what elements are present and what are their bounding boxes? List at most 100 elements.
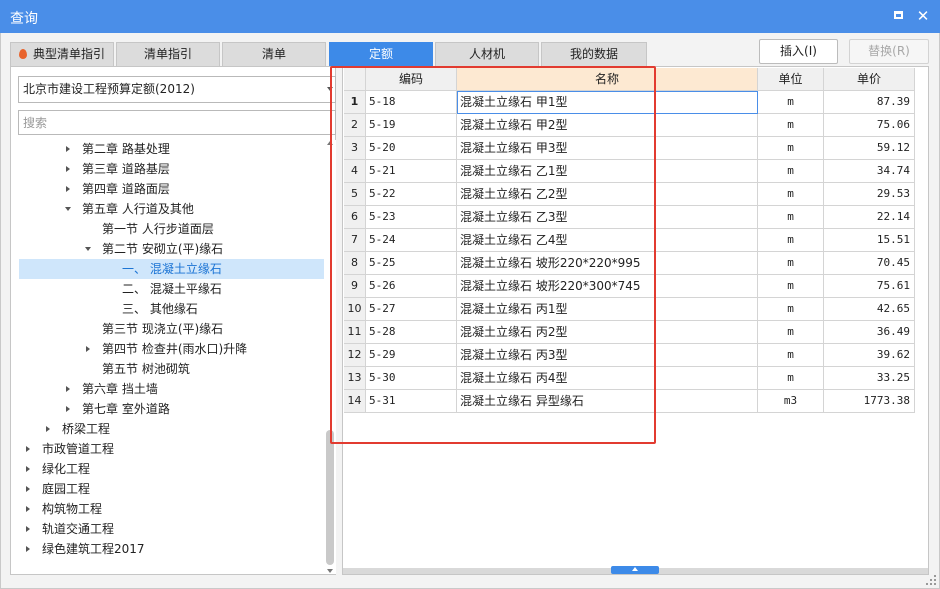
tree-node[interactable]: 第五章 人行道及其他 <box>19 199 324 219</box>
expand-arrow-icon[interactable] <box>66 186 70 192</box>
cell-name[interactable]: 混凝土立缘石 丙4型 <box>457 367 758 390</box>
cell-name[interactable]: 混凝土立缘石 甲2型 <box>457 114 758 137</box>
tab-list[interactable]: 清单 <box>222 42 326 66</box>
cell-code[interactable]: 5-30 <box>366 367 457 390</box>
tab-labor-material-machine[interactable]: 人材机 <box>435 42 539 66</box>
cell-unit[interactable]: m <box>758 344 824 367</box>
tree-scrollbar[interactable] <box>324 140 336 574</box>
cell-price[interactable]: 59.12 <box>824 137 915 160</box>
cell-price[interactable]: 42.65 <box>824 298 915 321</box>
cell-code[interactable]: 5-25 <box>366 252 457 275</box>
quota-library-select[interactable]: 北京市建设工程预算定额(2012) <box>18 76 336 103</box>
tree-node[interactable]: 轨道交通工程 <box>19 519 324 539</box>
tree-node[interactable]: 第二节 安砌立(平)缘石 <box>19 239 324 259</box>
cell-price[interactable]: 1773.38 <box>824 390 915 413</box>
expand-arrow-icon[interactable] <box>26 486 30 492</box>
cell-code[interactable]: 5-19 <box>366 114 457 137</box>
cell-code[interactable]: 5-28 <box>366 321 457 344</box>
collapse-arrow-icon[interactable] <box>85 247 91 251</box>
tree-node[interactable]: 第二章 路基处理 <box>19 139 324 159</box>
cell-unit[interactable]: m <box>758 321 824 344</box>
tree-node[interactable]: 庭园工程 <box>19 479 324 499</box>
close-icon[interactable]: ✕ <box>914 7 932 25</box>
cell-price[interactable]: 75.06 <box>824 114 915 137</box>
expand-arrow-icon[interactable] <box>66 146 70 152</box>
tree-node[interactable]: 三、 其他缘石 <box>19 299 324 319</box>
tree-node-selected[interactable]: 一、 混凝土立缘石 <box>19 259 324 279</box>
tab-typical-list-guide[interactable]: 典型清单指引 <box>10 42 114 66</box>
panel-splitter-handle[interactable] <box>611 566 659 574</box>
cell-price[interactable]: 33.25 <box>824 367 915 390</box>
cell-code[interactable]: 5-29 <box>366 344 457 367</box>
expand-arrow-icon[interactable] <box>66 386 70 392</box>
replace-button[interactable]: 替换(R) <box>849 39 929 64</box>
cell-name[interactable]: 混凝土立缘石 坡形220*300*745 <box>457 275 758 298</box>
cell-price[interactable]: 29.53 <box>824 183 915 206</box>
tree-node[interactable]: 绿化工程 <box>19 459 324 479</box>
cell-price[interactable]: 15.51 <box>824 229 915 252</box>
expand-arrow-icon[interactable] <box>26 446 30 452</box>
tree-node[interactable]: 市政管道工程 <box>19 439 324 459</box>
tree-node[interactable]: 第六章 挡土墙 <box>19 379 324 399</box>
tree-node[interactable]: 二、 混凝土平缘石 <box>19 279 324 299</box>
expand-arrow-icon[interactable] <box>26 506 30 512</box>
cell-unit[interactable]: m <box>758 229 824 252</box>
cell-price[interactable]: 36.49 <box>824 321 915 344</box>
cell-name[interactable]: 混凝土立缘石 异型缘石 <box>457 390 758 413</box>
cell-code[interactable]: 5-23 <box>366 206 457 229</box>
cell-name[interactable]: 混凝土立缘石 丙2型 <box>457 321 758 344</box>
expand-arrow-icon[interactable] <box>26 526 30 532</box>
insert-button[interactable]: 插入(I) <box>759 39 838 64</box>
tree-node[interactable]: 绿色建筑工程2017 <box>19 539 324 559</box>
cell-name[interactable]: 混凝土立缘石 乙3型 <box>457 206 758 229</box>
column-header-price[interactable]: 单价 <box>824 68 915 91</box>
cell-unit[interactable]: m <box>758 367 824 390</box>
horizontal-scrollbar[interactable] <box>343 566 928 574</box>
cell-unit[interactable]: m <box>758 298 824 321</box>
tree-node[interactable]: 第四章 道路面层 <box>19 179 324 199</box>
tree-node[interactable]: 第一节 人行步道面层 <box>19 219 324 239</box>
tree-node[interactable]: 第三章 道路基层 <box>19 159 324 179</box>
cell-unit[interactable]: m <box>758 252 824 275</box>
cell-name[interactable]: 混凝土立缘石 乙4型 <box>457 229 758 252</box>
cell-code[interactable]: 5-26 <box>366 275 457 298</box>
cell-name[interactable]: 混凝土立缘石 乙1型 <box>457 160 758 183</box>
tree-node[interactable]: 第四节 检查井(雨水口)升降 <box>19 339 324 359</box>
tree-node[interactable]: 第三节 现浇立(平)缘石 <box>19 319 324 339</box>
cell-name[interactable]: 混凝土立缘石 坡形220*220*995 <box>457 252 758 275</box>
cell-price[interactable]: 22.14 <box>824 206 915 229</box>
collapse-arrow-icon[interactable] <box>65 207 71 211</box>
tab-my-data[interactable]: 我的数据 <box>541 42 647 66</box>
maximize-icon[interactable] <box>889 7 907 25</box>
scroll-down-icon[interactable] <box>327 569 333 573</box>
cell-code[interactable]: 5-24 <box>366 229 457 252</box>
cell-code[interactable]: 5-31 <box>366 390 457 413</box>
cell-name[interactable]: 混凝土立缘石 甲3型 <box>457 137 758 160</box>
tree-node[interactable]: 第五节 树池砌筑 <box>19 359 324 379</box>
expand-arrow-icon[interactable] <box>26 546 30 552</box>
tab-list-guide[interactable]: 清单指引 <box>116 42 220 66</box>
tree-node[interactable]: 第七章 室外道路 <box>19 399 324 419</box>
cell-price[interactable]: 34.74 <box>824 160 915 183</box>
cell-unit[interactable]: m <box>758 160 824 183</box>
cell-unit[interactable]: m <box>758 275 824 298</box>
cell-name[interactable]: 混凝土立缘石 丙3型 <box>457 344 758 367</box>
cell-unit[interactable]: m3 <box>758 390 824 413</box>
tree-node[interactable]: 构筑物工程 <box>19 499 324 519</box>
cell-price[interactable]: 75.61 <box>824 275 915 298</box>
tab-quota[interactable]: 定额 <box>329 42 433 66</box>
cell-price[interactable]: 70.45 <box>824 252 915 275</box>
cell-code[interactable]: 5-21 <box>366 160 457 183</box>
scrollbar-thumb[interactable] <box>326 430 334 565</box>
cell-name[interactable]: 混凝土立缘石 乙2型 <box>457 183 758 206</box>
column-header-code[interactable]: 编码 <box>366 68 457 91</box>
column-header-unit[interactable]: 单位 <box>758 68 824 91</box>
cell-code[interactable]: 5-18 <box>366 91 457 114</box>
cell-unit[interactable]: m <box>758 91 824 114</box>
cell-code[interactable]: 5-27 <box>366 298 457 321</box>
cell-name[interactable]: 混凝土立缘石 丙1型 <box>457 298 758 321</box>
cell-code[interactable]: 5-22 <box>366 183 457 206</box>
cell-price[interactable]: 39.62 <box>824 344 915 367</box>
column-header-name[interactable]: 名称 <box>457 68 758 91</box>
search-input[interactable] <box>18 110 336 135</box>
